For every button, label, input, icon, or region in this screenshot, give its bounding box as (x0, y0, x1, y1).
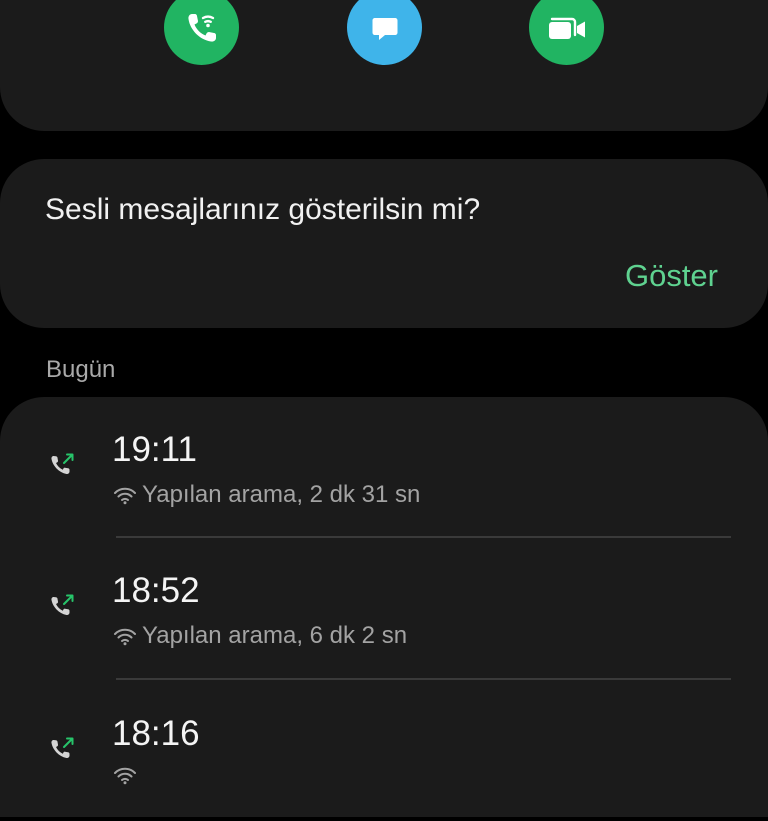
call-detail-text: Yapılan arama, 6 dk 2 sn (142, 622, 408, 649)
voicemail-prompt-card: Sesli mesajlarınız gösterilsin mi? Göste… (0, 159, 768, 328)
wifi-calling-icon (114, 767, 136, 785)
call-detail-text: Yapılan arama, 2 dk 31 sn (142, 481, 421, 508)
divider (116, 678, 731, 680)
call-time: 19:11 (112, 430, 197, 469)
call-time: 18:16 (112, 714, 200, 753)
wifi-calling-icon (114, 628, 136, 646)
section-header-today: Bugün (46, 356, 116, 383)
video-call-icon (548, 17, 585, 39)
voicemail-prompt-text: Sesli mesajlarınız gösterilsin mi? (45, 193, 481, 226)
video-call-button[interactable] (529, 0, 604, 65)
call-log-row[interactable]: 18:16 (0, 681, 768, 821)
call-time: 18:52 (112, 571, 200, 610)
message-icon (372, 17, 397, 40)
outgoing-call-icon (48, 734, 78, 769)
outgoing-call-icon (48, 591, 78, 626)
call-detail: Yapılan arama, 6 dk 2 sn (112, 622, 407, 650)
call-detail: Yapılan arama, 2 dk 31 sn (112, 481, 420, 509)
outgoing-call-icon (48, 450, 78, 485)
message-button[interactable] (347, 0, 422, 65)
call-log-row[interactable]: 19:11 Yapılan arama, 2 dk 31 sn (0, 397, 768, 537)
call-log-row[interactable]: 18:52 Yapılan arama, 6 dk 2 sn (0, 538, 768, 678)
call-log-card: 19:11 Yapılan arama, 2 dk 31 sn 18:52 Ya… (0, 397, 768, 817)
wifi-calling-icon (114, 487, 136, 505)
wifi-call-icon (187, 13, 216, 42)
call-detail (112, 765, 142, 785)
wifi-call-button[interactable] (164, 0, 239, 65)
show-voicemail-button[interactable]: Göster (625, 258, 718, 294)
quick-actions-card (0, 0, 768, 131)
